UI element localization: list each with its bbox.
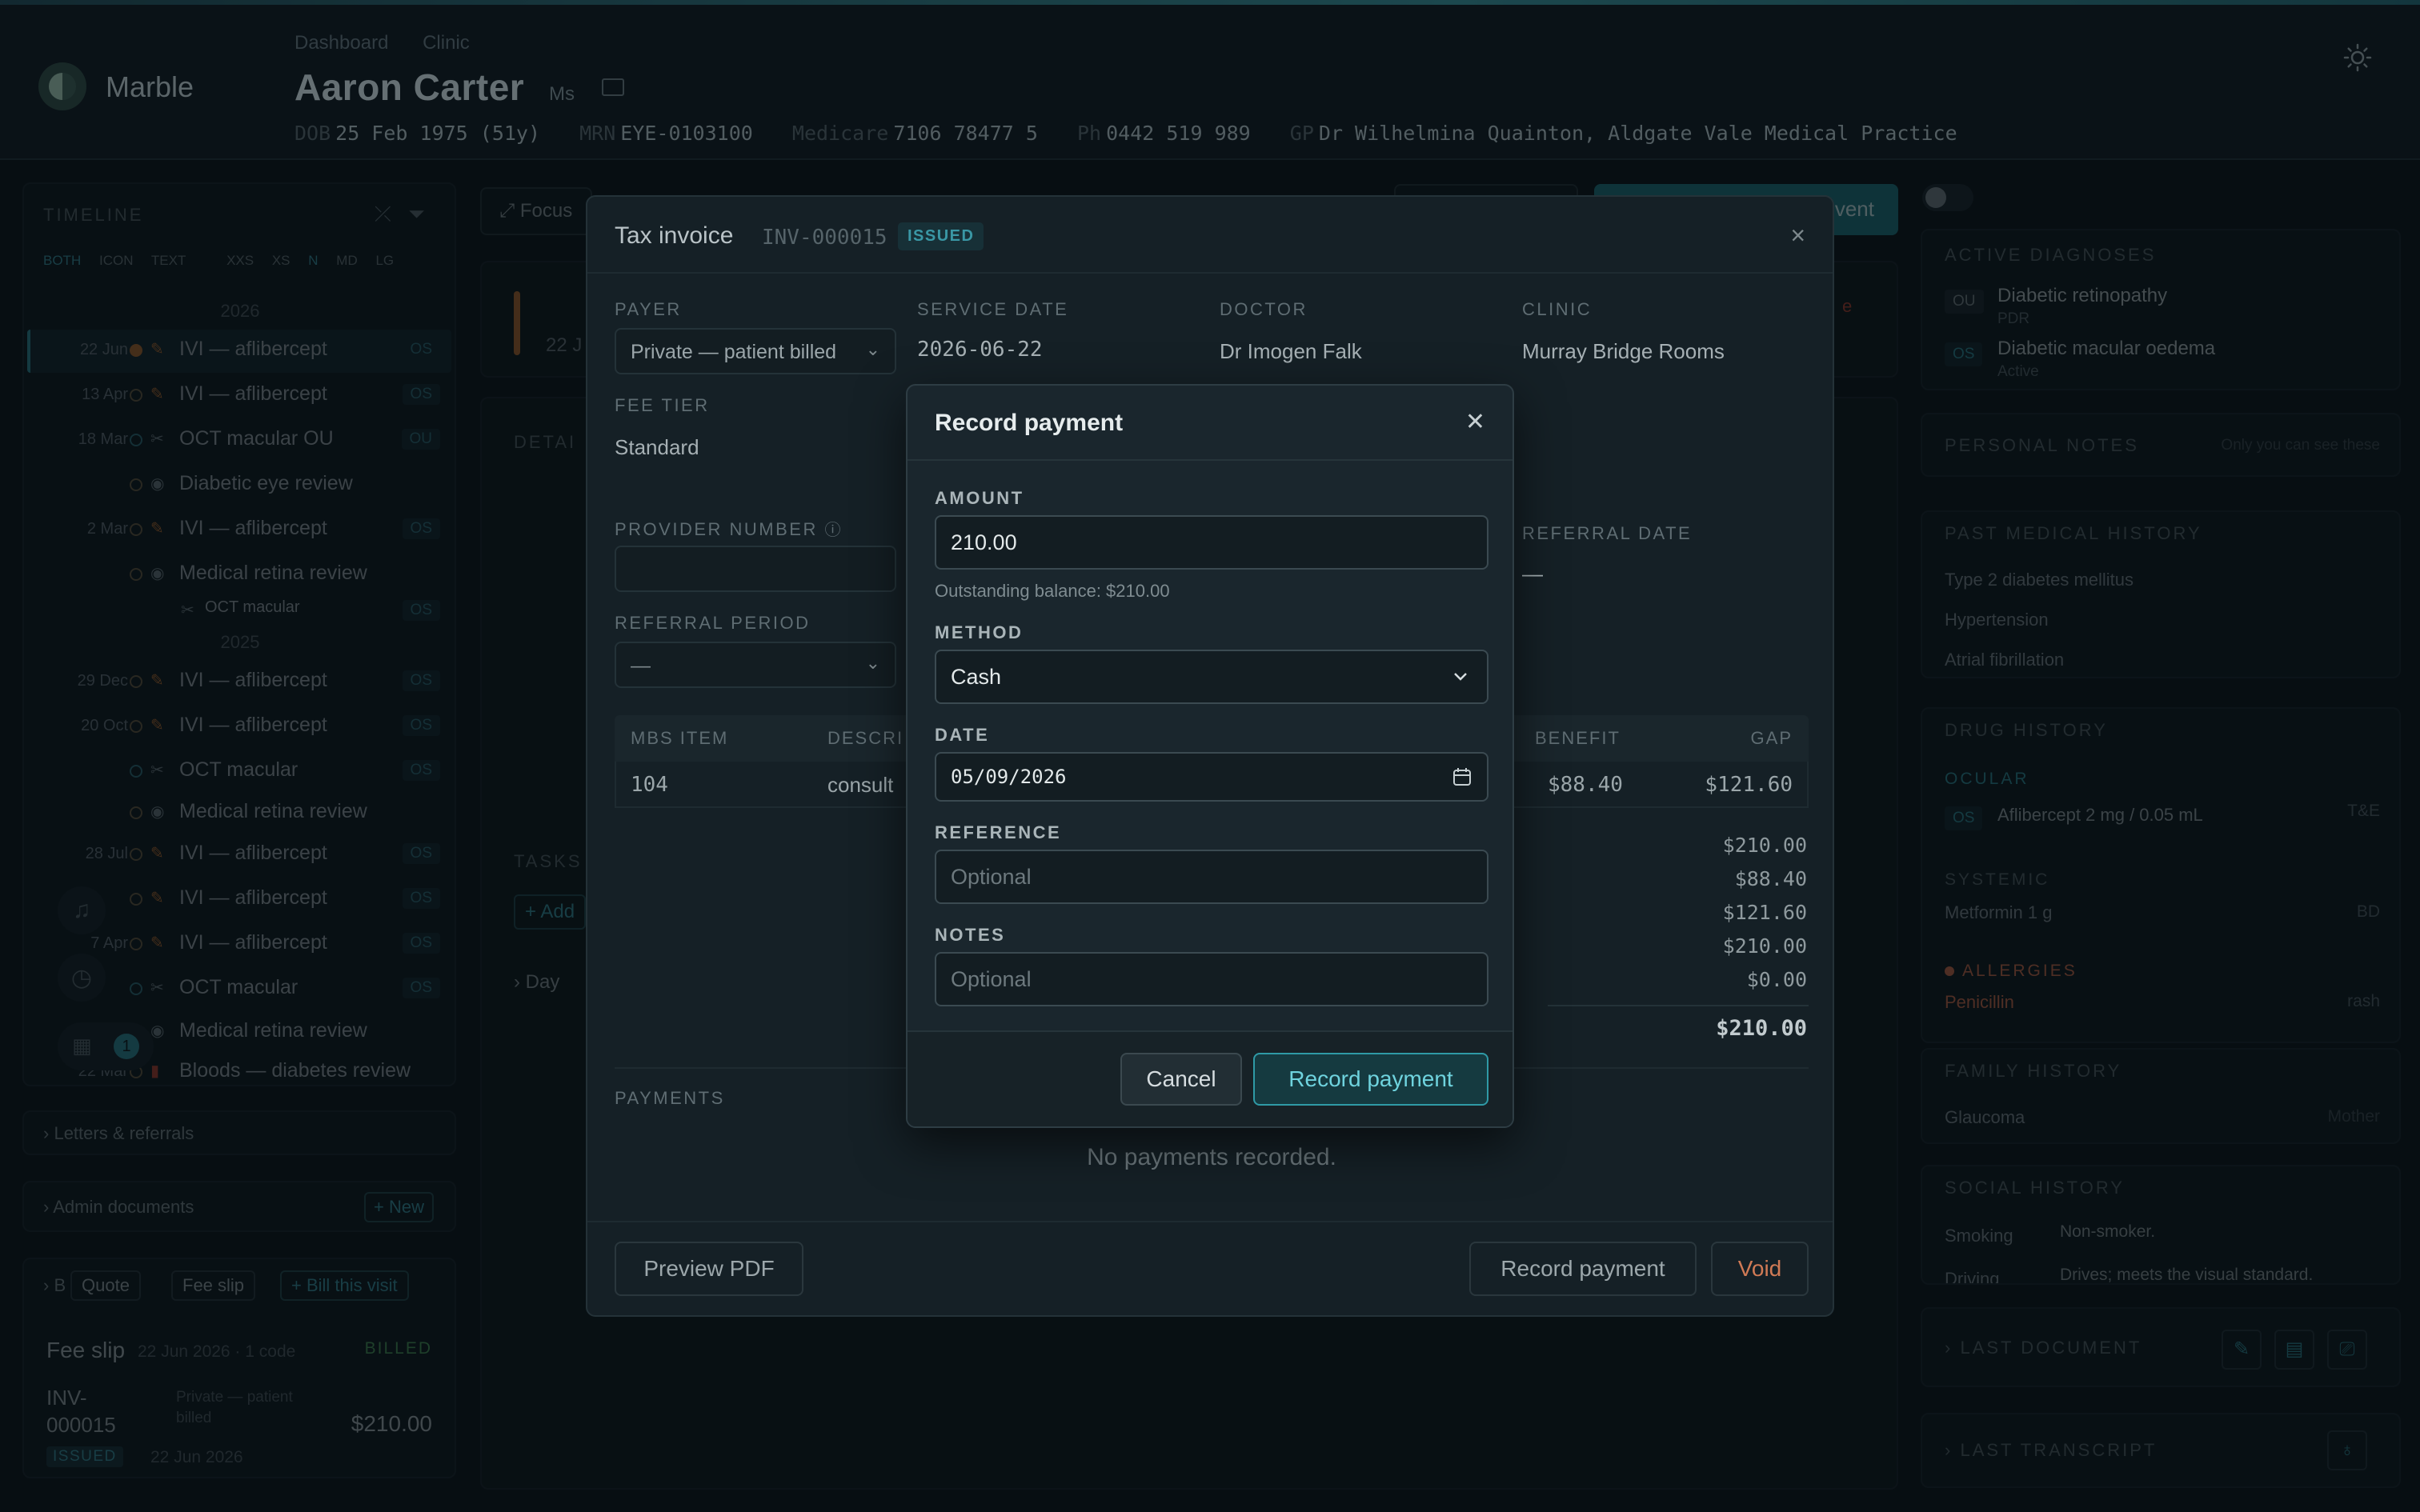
preview-pdf-button[interactable]: Preview PDF	[615, 1242, 803, 1296]
close-icon[interactable]: ×	[1790, 221, 1805, 250]
grand-total: $210.00	[1716, 1016, 1807, 1041]
invoice-title: Tax invoice	[615, 222, 734, 249]
invoice-number: INV-000015	[762, 226, 887, 250]
method-label: METHOD	[935, 622, 1024, 642]
fee-tier-label: FEE TIER	[615, 395, 710, 415]
total-line: $210.00	[1722, 934, 1807, 958]
date-label: DATE	[935, 725, 990, 745]
no-payments-message: No payments recorded.	[1087, 1144, 1336, 1170]
chevron-down-icon: ⌄	[865, 339, 880, 359]
total-line: $88.40	[1734, 867, 1807, 890]
clinic-label: CLINIC	[1522, 299, 1593, 319]
referral-period-label: REFERRAL PERIOD	[615, 613, 811, 633]
chevron-down-icon: ⌄	[865, 653, 880, 673]
calendar-icon[interactable]	[1452, 766, 1472, 787]
close-icon[interactable]: ✕	[1465, 408, 1485, 436]
referral-date-label: REFERRAL DATE	[1522, 523, 1693, 543]
record-payment-submit-button[interactable]: Record payment	[1253, 1053, 1488, 1106]
outstanding-balance: Outstanding balance: $210.00	[935, 581, 1170, 601]
total-line: $0.00	[1746, 968, 1807, 991]
referral-date-value: —	[1522, 562, 1543, 586]
fee-tier-value: Standard	[615, 435, 699, 459]
void-button[interactable]: Void	[1711, 1242, 1809, 1296]
method-select[interactable]: Cash	[935, 650, 1488, 704]
provider-number-label: PROVIDER NUMBER ⓘ	[615, 519, 843, 539]
dialog-header: Record payment ✕	[908, 386, 1512, 461]
info-icon: ⓘ	[824, 522, 843, 539]
service-date: 2026-06-22	[917, 338, 1043, 362]
dialog-footer: Cancel Record payment	[908, 1030, 1512, 1126]
payments-label: PAYMENTS	[615, 1088, 725, 1108]
total-line: $210.00	[1722, 834, 1807, 857]
total-line: $121.60	[1722, 901, 1807, 924]
provider-number-input[interactable]	[615, 546, 896, 592]
invoice-header: Tax invoice INV-000015 ISSUED ×	[587, 197, 1833, 274]
reference-label: REFERENCE	[935, 822, 1062, 842]
payer-label: PAYER	[615, 299, 682, 319]
doctor-value: Dr Imogen Falk	[1220, 339, 1362, 363]
date-input[interactable]: 05/09/2026	[935, 752, 1488, 802]
chevron-down-icon	[1454, 673, 1467, 681]
service-date-label: SERVICE DATE	[917, 299, 1069, 319]
status-badge: ISSUED	[898, 222, 984, 250]
record-payment-button[interactable]: Record payment	[1469, 1242, 1697, 1296]
amount-label: AMOUNT	[935, 488, 1024, 508]
amount-input[interactable]: 210.00	[935, 515, 1488, 570]
referral-period-select[interactable]: — ⌄	[615, 642, 896, 688]
dialog-title: Record payment	[935, 410, 1124, 436]
doctor-label: DOCTOR	[1220, 299, 1308, 319]
notes-input[interactable]: Optional	[935, 952, 1488, 1006]
clinic-value: Murray Bridge Rooms	[1522, 339, 1725, 363]
reference-input[interactable]: Optional	[935, 850, 1488, 904]
cancel-button[interactable]: Cancel	[1120, 1053, 1242, 1106]
notes-label: NOTES	[935, 925, 1006, 945]
record-payment-dialog: Record payment ✕ AMOUNT 210.00 Outstandi…	[906, 384, 1514, 1128]
payer-select[interactable]: Private — patient billed ⌄	[615, 328, 896, 374]
